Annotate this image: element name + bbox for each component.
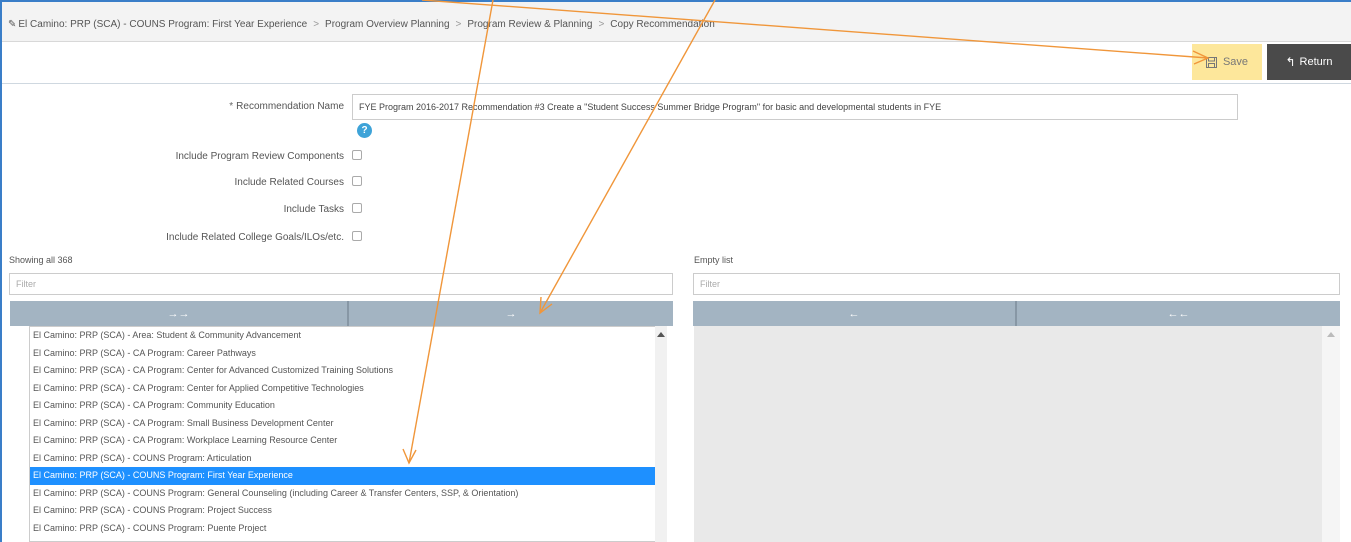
return-label: Return [1299,56,1333,68]
list-item[interactable]: El Camino: PRP (SCA) - CA Program: Cente… [30,380,665,398]
scroll-up-icon[interactable] [1327,332,1335,337]
list-item[interactable]: El Camino: PRP (SCA) - CA Program: Workp… [30,432,665,450]
recommendation-name-label: * Recommendation Name [229,101,344,112]
checkbox-label-program-review: Include Program Review Components [175,151,344,162]
reply-arrow-icon: ↰ [1285,55,1296,69]
scroll-up-icon[interactable] [657,332,665,337]
breadcrumb-item-overview[interactable]: Program Overview Planning [325,19,450,30]
breadcrumb-separator: > [455,19,462,30]
checkbox-college-goals[interactable] [352,231,362,241]
list-item[interactable]: El Camino: PRP (SCA) - COUNS Program: Ge… [30,485,665,503]
breadcrumb-separator: > [313,19,320,30]
breadcrumb-item-review[interactable]: Program Review & Planning [467,19,592,30]
recommendation-name-input[interactable] [352,94,1238,120]
pencil-icon: ✎ [8,19,17,30]
left-list-scrollbar[interactable] [655,326,667,542]
list-item[interactable]: El Camino: PRP (SCA) - CA Program: Commu… [30,397,665,415]
floppy-disk-icon [1205,56,1217,68]
right-list-scrollbar[interactable] [1322,326,1340,542]
breadcrumb: ✎ El Camino: PRP (SCA) - COUNS Program: F… [8,19,715,30]
breadcrumb-item-program[interactable]: El Camino: PRP (SCA) - COUNS Program: Fi… [18,19,307,30]
left-list-caption: Showing all 368 [9,255,73,265]
selected-list[interactable] [694,326,1322,542]
recommendation-name-label-text: Recommendation Name [236,101,344,112]
list-item[interactable]: El Camino: PRP (SCA) - Area: Student & C… [30,327,665,345]
checkbox-related-courses[interactable] [352,176,362,186]
list-item[interactable]: El Camino: PRP (SCA) - COUNS Program: Pu… [30,520,665,538]
required-marker: * [229,101,234,112]
move-selected-right-button[interactable]: → [349,301,673,326]
left-filter-input[interactable] [9,273,673,295]
return-button[interactable]: ↰ Return [1267,44,1351,80]
help-icon[interactable]: ? [357,123,372,138]
move-all-right-button[interactable]: →→ [10,301,347,326]
checkbox-label-related-courses: Include Related Courses [234,177,344,188]
list-item-selected[interactable]: El Camino: PRP (SCA) - COUNS Program: Fi… [30,467,665,485]
checkbox-tasks[interactable] [352,203,362,213]
right-filter-input[interactable] [693,273,1340,295]
list-item[interactable]: El Camino: PRP (SCA) - CA Program: Small… [30,415,665,433]
remove-selected-button[interactable]: ← [693,301,1015,326]
toolbar: Save ↰ Return [2,42,1351,84]
save-label: Save [1222,56,1249,68]
list-item[interactable]: El Camino: PRP (SCA) - CA Program: Caree… [30,345,665,363]
right-list-caption: Empty list [694,255,734,265]
breadcrumb-bar: ✎ El Camino: PRP (SCA) - COUNS Program: F… [2,2,1351,42]
remove-all-button[interactable]: ←← [1017,301,1340,326]
save-button[interactable]: Save [1192,44,1262,80]
checkbox-program-review[interactable] [352,150,362,160]
breadcrumb-separator: > [598,19,605,30]
checkbox-label-college-goals: Include Related College Goals/ILOs/etc. [166,232,344,243]
checkbox-label-tasks: Include Tasks [283,204,344,215]
list-item[interactable]: El Camino: PRP (SCA) - COUNS Program: Pr… [30,502,665,520]
available-list[interactable]: El Camino: PRP (SCA) - Area: Student & C… [29,326,666,542]
list-item[interactable]: El Camino: PRP (SCA) - CA Program: Cente… [30,362,665,380]
list-item[interactable]: El Camino: PRP (SCA) - COUNS Program: Ar… [30,450,665,468]
breadcrumb-item-current: Copy Recommendation [610,19,715,30]
